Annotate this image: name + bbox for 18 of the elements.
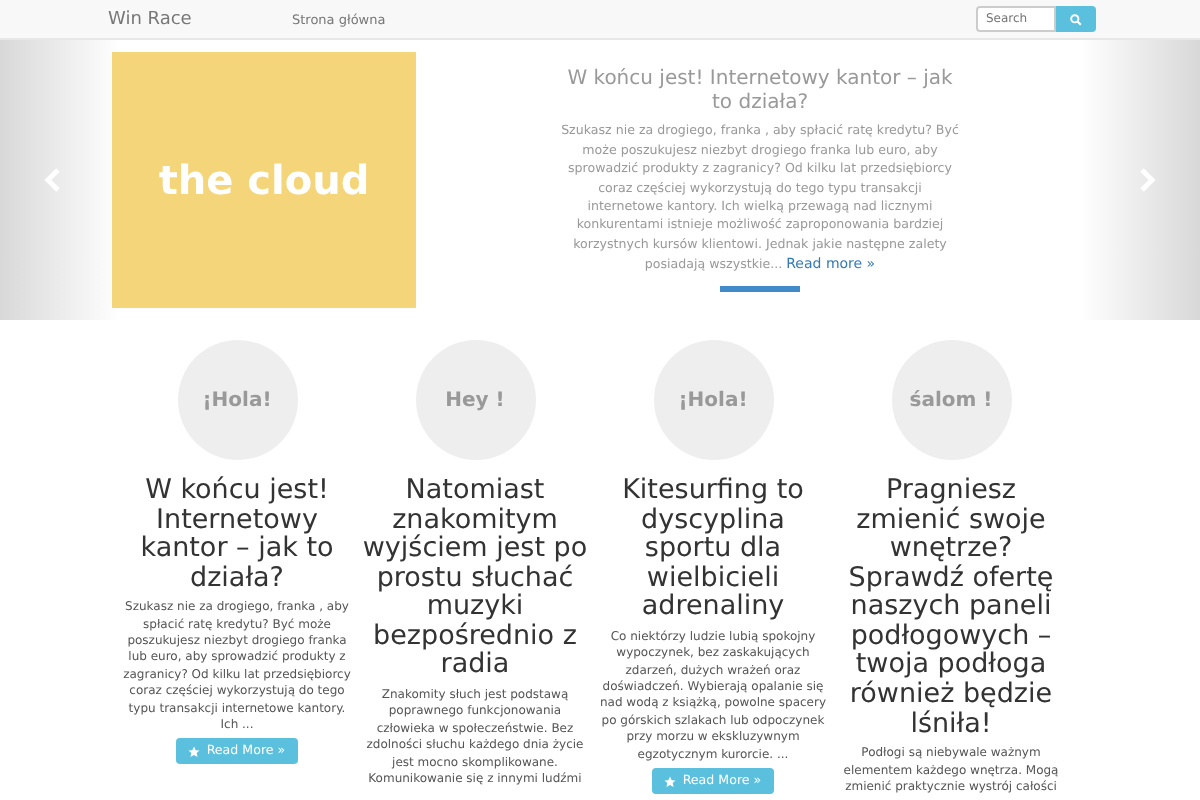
- search-icon: [1070, 13, 1082, 25]
- slide-title: W końcu jest! Internetowy kantor – jak to działa?: [565, 68, 955, 117]
- brand-name[interactable]: Win Race: [108, 9, 292, 29]
- greeting-badge: ¡Hola!: [653, 340, 773, 460]
- greeting-badge: ¡Hola!: [177, 340, 297, 460]
- slide-image: the cloud: [112, 52, 416, 308]
- card-title[interactable]: Kitesurfing to dyscyplina sportu dla wielbicieli adrenaliny: [598, 476, 828, 622]
- star-icon: [664, 775, 677, 788]
- search-button[interactable]: [1056, 6, 1096, 32]
- card-title[interactable]: Pragniesz zmienić swoje wnętrze? Sprawdź ofertę naszych paneli podłogowych – twoja podłoga również będzie lśniła!: [836, 476, 1066, 739]
- card-title[interactable]: W końcu jest! Internetowy kantor – jak to działa?: [122, 476, 352, 593]
- chevron-left-icon[interactable]: [44, 168, 62, 192]
- chevron-right-icon[interactable]: [1138, 168, 1156, 192]
- card-title[interactable]: Natomiast znakomitym wyjściem jest po prostu słuchać muzyki bezpośrednio z radia: [360, 476, 590, 681]
- star-icon: [188, 745, 201, 758]
- carousel-indicator[interactable]: [720, 285, 800, 292]
- greeting-badge: śalom !: [891, 340, 1011, 460]
- greeting-badge: Hey !: [415, 340, 535, 460]
